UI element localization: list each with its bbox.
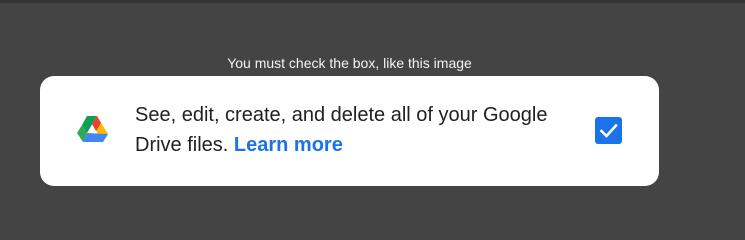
checkmark-icon (599, 123, 618, 138)
permission-checkbox[interactable] (595, 117, 622, 144)
google-drive-icon (76, 114, 110, 144)
top-border (0, 0, 745, 3)
permission-card: See, edit, create, and delete all of you… (40, 76, 659, 186)
learn-more-link[interactable]: Learn more (234, 134, 343, 156)
instruction-caption: You must check the box, like this image (227, 55, 472, 71)
permission-text: See, edit, create, and delete all of you… (135, 100, 575, 160)
